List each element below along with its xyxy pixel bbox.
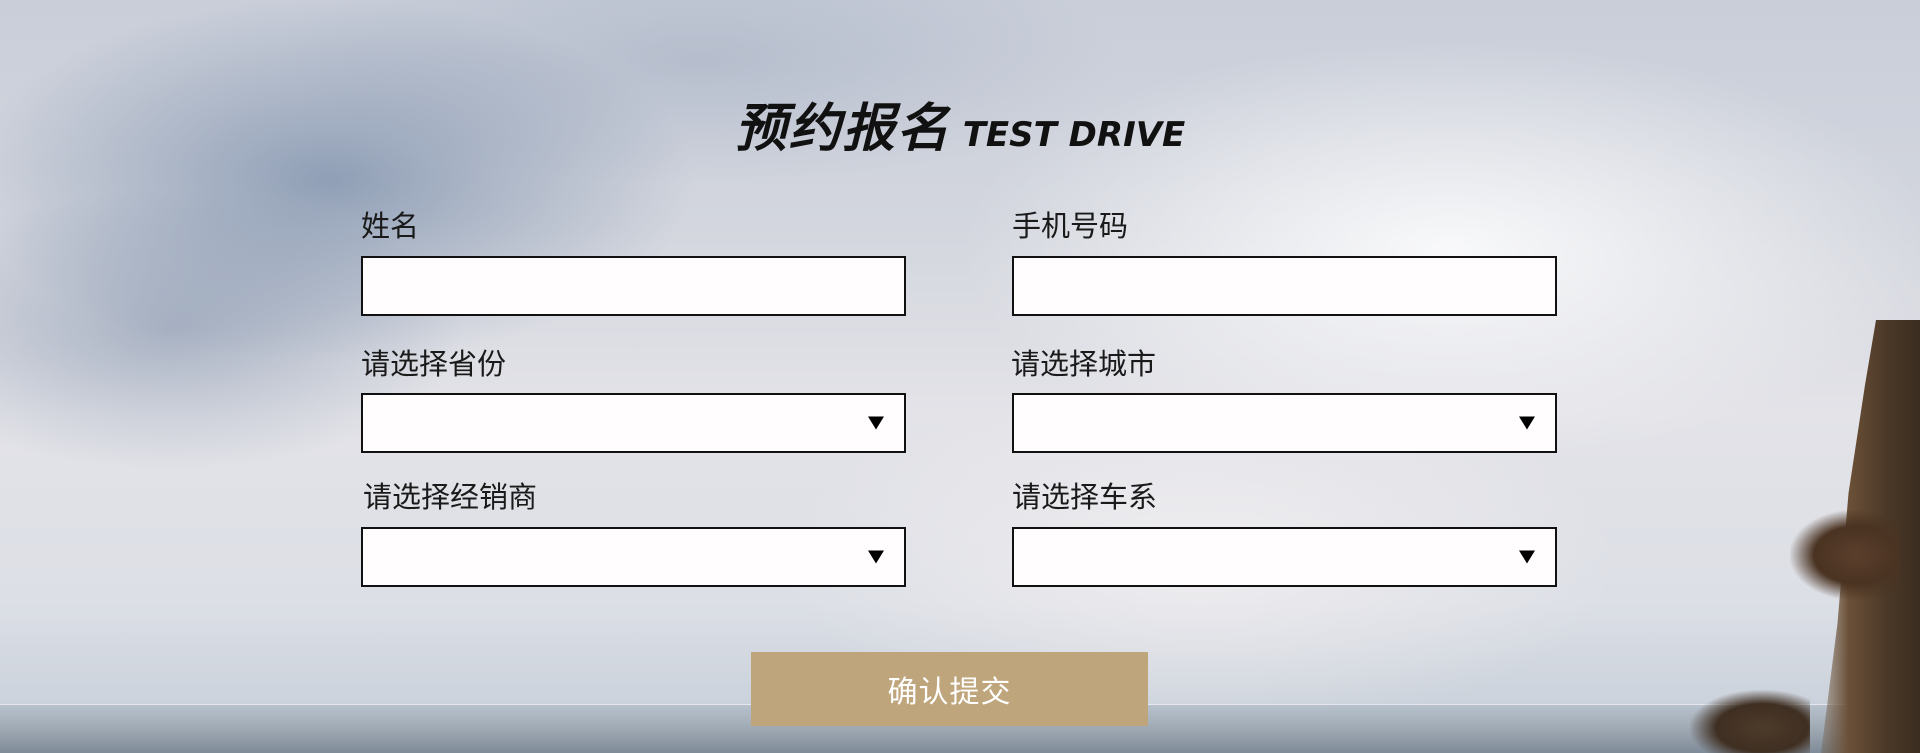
page-title: 预约报名 TEST DRIVE bbox=[0, 86, 1920, 161]
dealer-select[interactable] bbox=[361, 527, 906, 587]
tree-image bbox=[1790, 510, 1900, 600]
city-label: 请选择城市 bbox=[1011, 347, 1157, 381]
name-input[interactable] bbox=[361, 256, 906, 316]
name-label: 姓名 bbox=[361, 209, 420, 243]
tree-image-lower bbox=[1690, 690, 1810, 753]
caret-down-icon bbox=[868, 416, 884, 430]
city-select[interactable] bbox=[1012, 393, 1557, 453]
series-select[interactable] bbox=[1012, 527, 1557, 587]
title-chinese: 预约报名 bbox=[734, 99, 951, 159]
phone-label: 手机号码 bbox=[1012, 209, 1129, 243]
caret-down-icon bbox=[1519, 416, 1535, 430]
dealer-label: 请选择经销商 bbox=[363, 480, 538, 514]
province-select[interactable] bbox=[361, 393, 906, 453]
phone-input[interactable] bbox=[1012, 256, 1557, 316]
title-english: TEST DRIVE bbox=[962, 115, 1186, 155]
caret-down-icon bbox=[868, 550, 884, 564]
caret-down-icon bbox=[1519, 550, 1535, 564]
series-label: 请选择车系 bbox=[1012, 480, 1158, 514]
province-label: 请选择省份 bbox=[361, 347, 507, 381]
submit-button[interactable]: 确认提交 bbox=[751, 652, 1148, 726]
